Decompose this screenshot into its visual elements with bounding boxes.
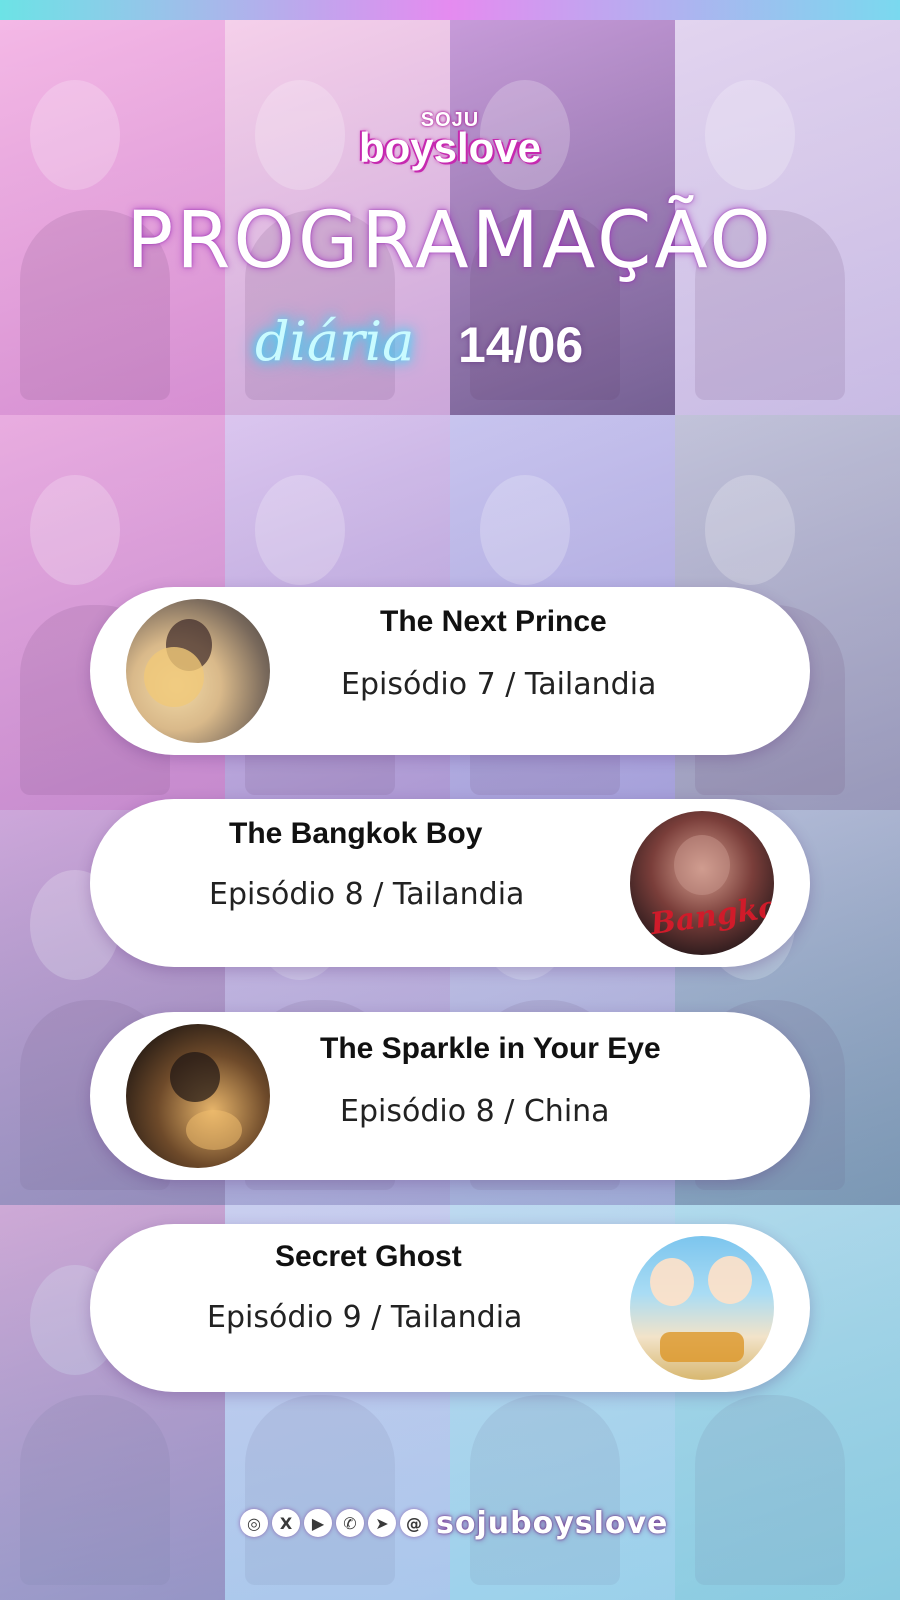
social-handle[interactable]: sojuboyslove — [436, 1506, 668, 1541]
show-episode: Episódio 8 / China — [340, 1094, 610, 1129]
title-subline: diária 14/06 — [255, 310, 655, 390]
whatsapp-icon[interactable]: ✆ — [336, 1509, 364, 1537]
page-title: PROGRAMAÇÃO — [126, 196, 774, 286]
social-footer: ◎ X ▶ ✆ ➤ @ sojuboyslove — [240, 1503, 668, 1543]
show-episode: Episódio 7 / Tailandia — [341, 667, 657, 702]
schedule-card[interactable]: Secret Ghost Episódio 9 / Tailandia — [90, 1224, 810, 1392]
schedule-card[interactable]: The Sparkle in Your Eye Episódio 8 / Chi… — [90, 1012, 810, 1180]
threads-icon[interactable]: @ — [400, 1509, 428, 1537]
poster-sparkle-icon — [126, 1024, 270, 1168]
poster-secret-ghost-icon — [630, 1236, 774, 1380]
daily-label: diária — [255, 310, 415, 373]
poster-next-prince-icon — [126, 599, 270, 743]
show-episode: Episódio 9 / Tailandia — [207, 1300, 523, 1335]
poster-bangkok-boy-icon: Bangkok — [630, 811, 774, 955]
show-title: The Bangkok Boy — [229, 817, 483, 850]
x-icon[interactable]: X — [272, 1509, 300, 1537]
show-title: The Sparkle in Your Eye — [320, 1032, 661, 1065]
schedule-date: 14/06 — [458, 317, 584, 373]
show-title: The Next Prince — [380, 605, 607, 638]
poster-bangkok-text: Bangkok — [648, 886, 774, 943]
youtube-icon[interactable]: ▶ — [304, 1509, 332, 1537]
telegram-icon[interactable]: ➤ — [368, 1509, 396, 1537]
schedule-card[interactable]: The Next Prince Episódio 7 / Tailandia — [90, 587, 810, 755]
show-title: Secret Ghost — [275, 1240, 462, 1273]
brand-logo-main: boyslove — [358, 124, 542, 171]
schedule-card[interactable]: The Bangkok Boy Episódio 8 / Tailandia B… — [90, 799, 810, 967]
show-episode: Episódio 8 / Tailandia — [209, 877, 525, 912]
brand-logo: SOJU boyslove — [330, 110, 570, 171]
instagram-icon[interactable]: ◎ — [240, 1509, 268, 1537]
